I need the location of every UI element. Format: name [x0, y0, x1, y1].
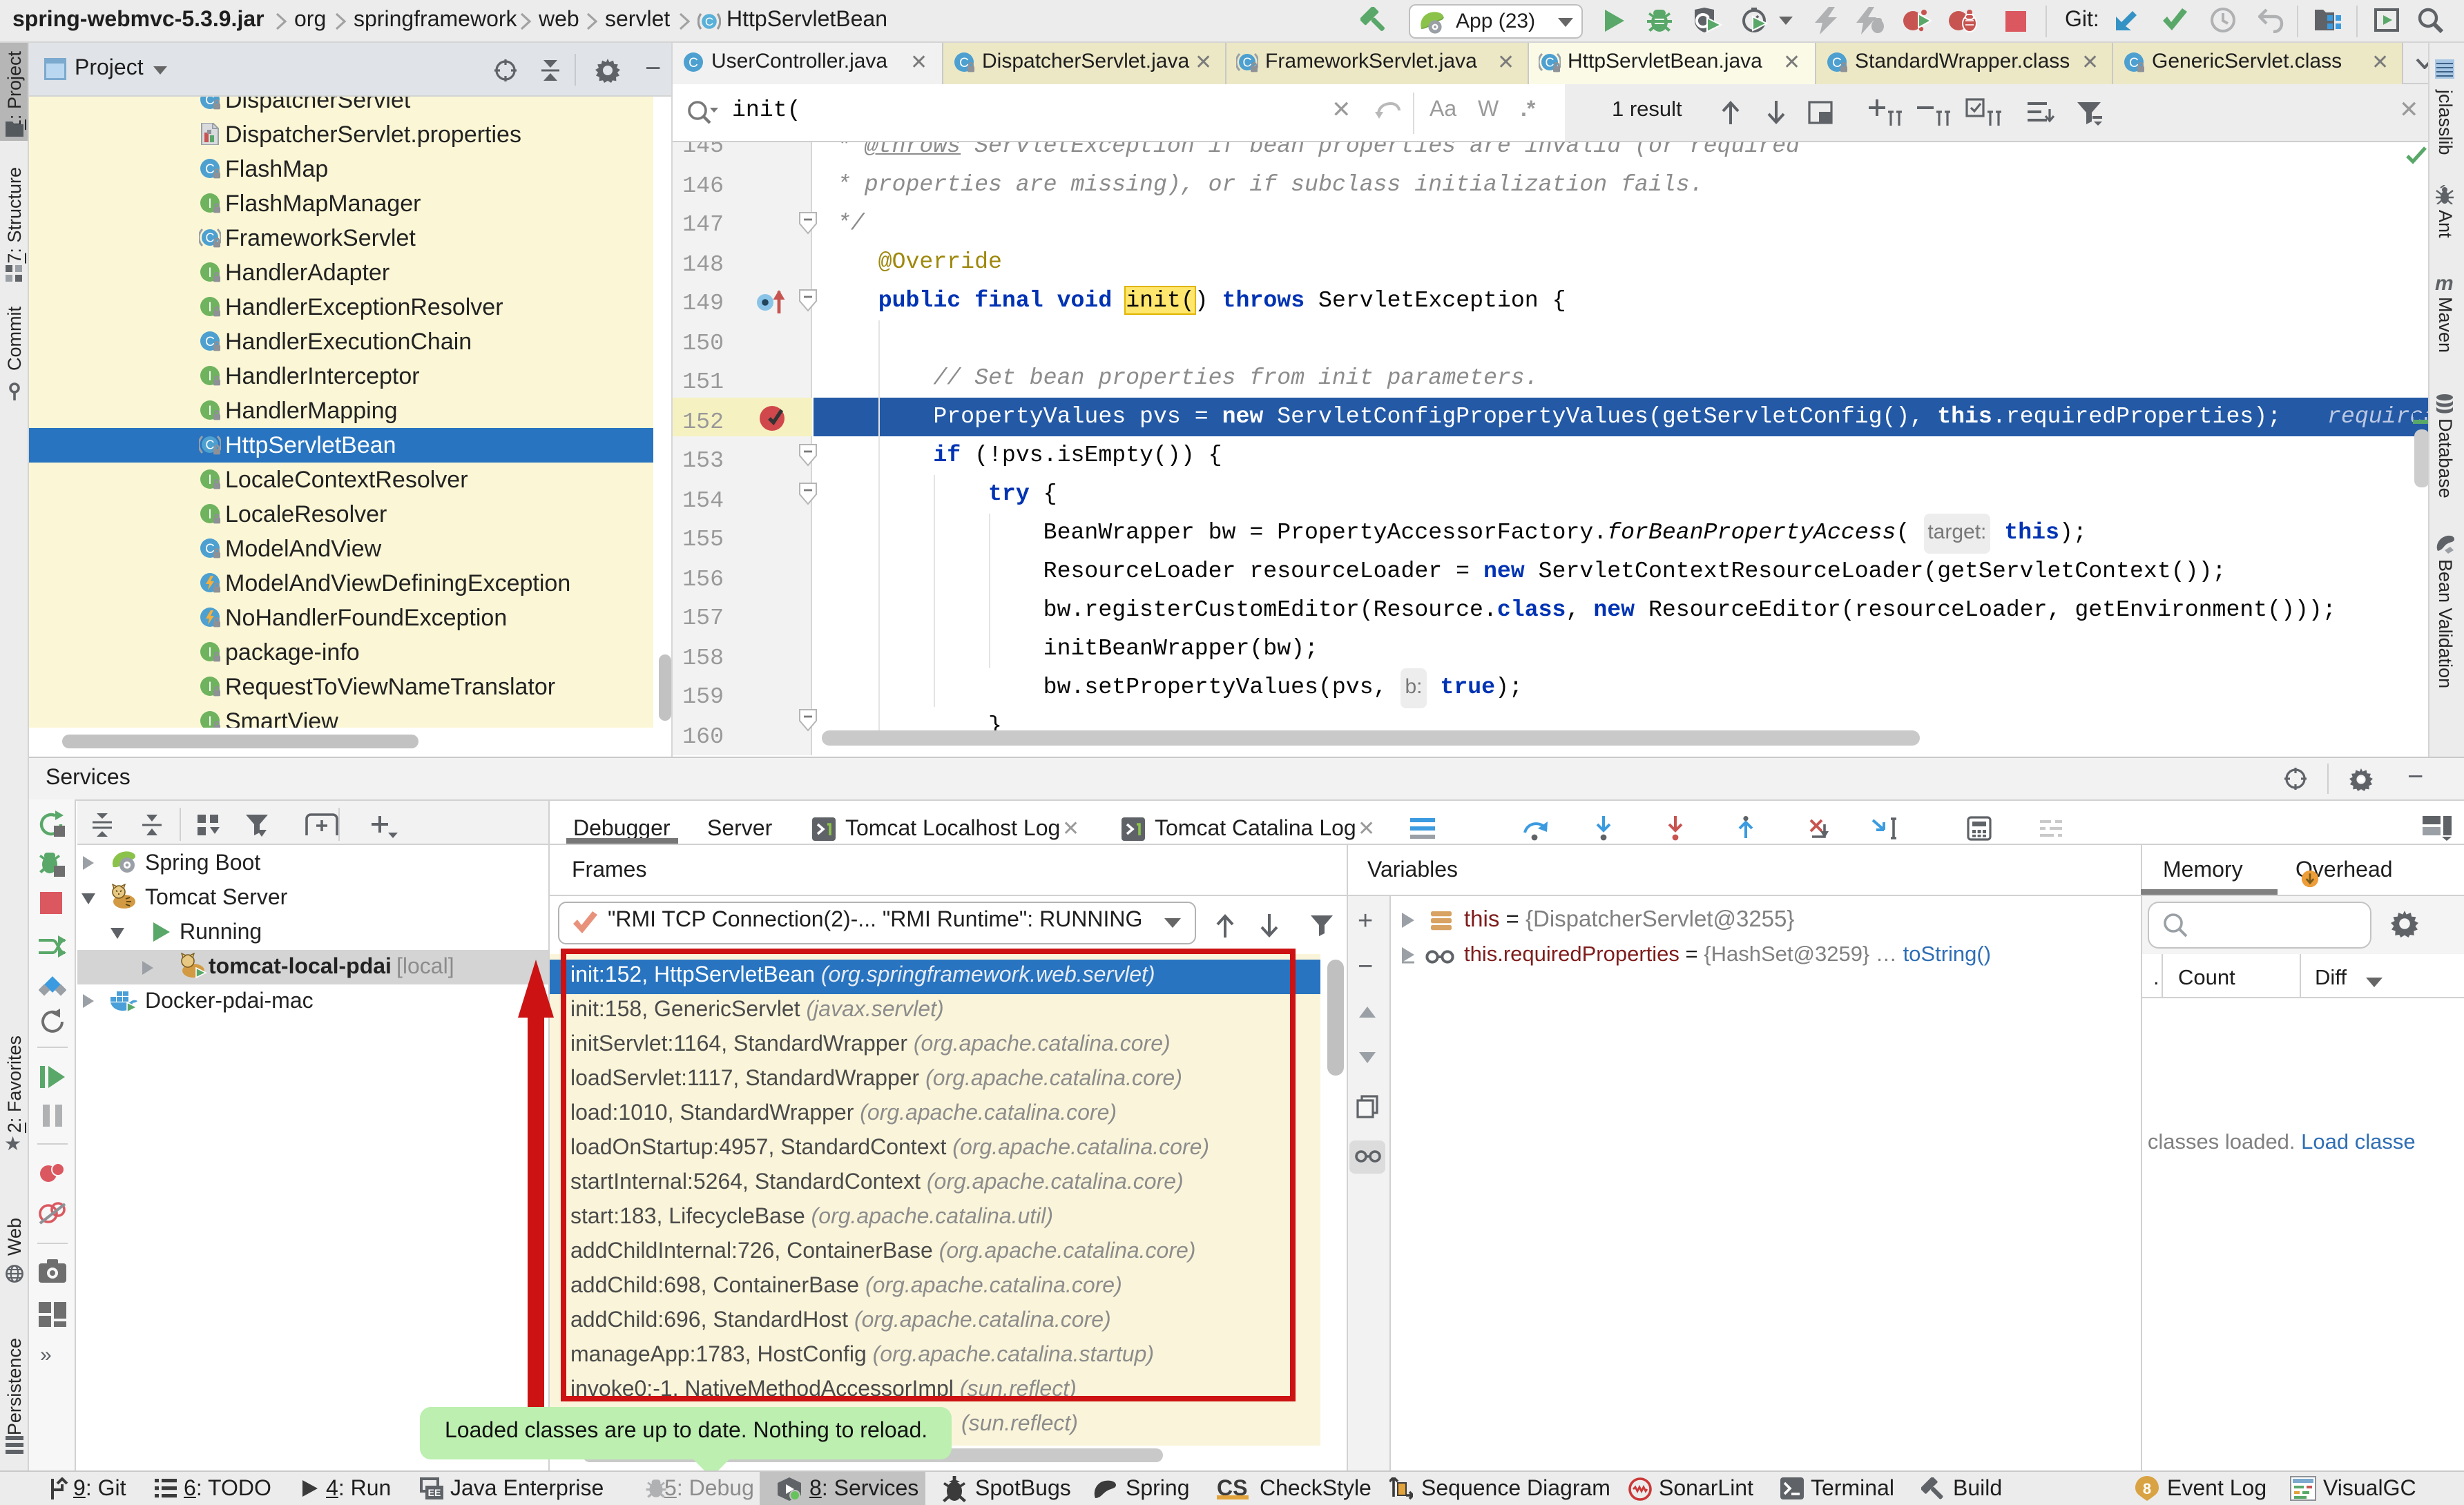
svg-text:C: C	[689, 56, 698, 70]
svg-text:EE: EE	[428, 1487, 441, 1498]
svg-text:8: 8	[2143, 1480, 2151, 1497]
svg-text:C: C	[705, 14, 713, 28]
